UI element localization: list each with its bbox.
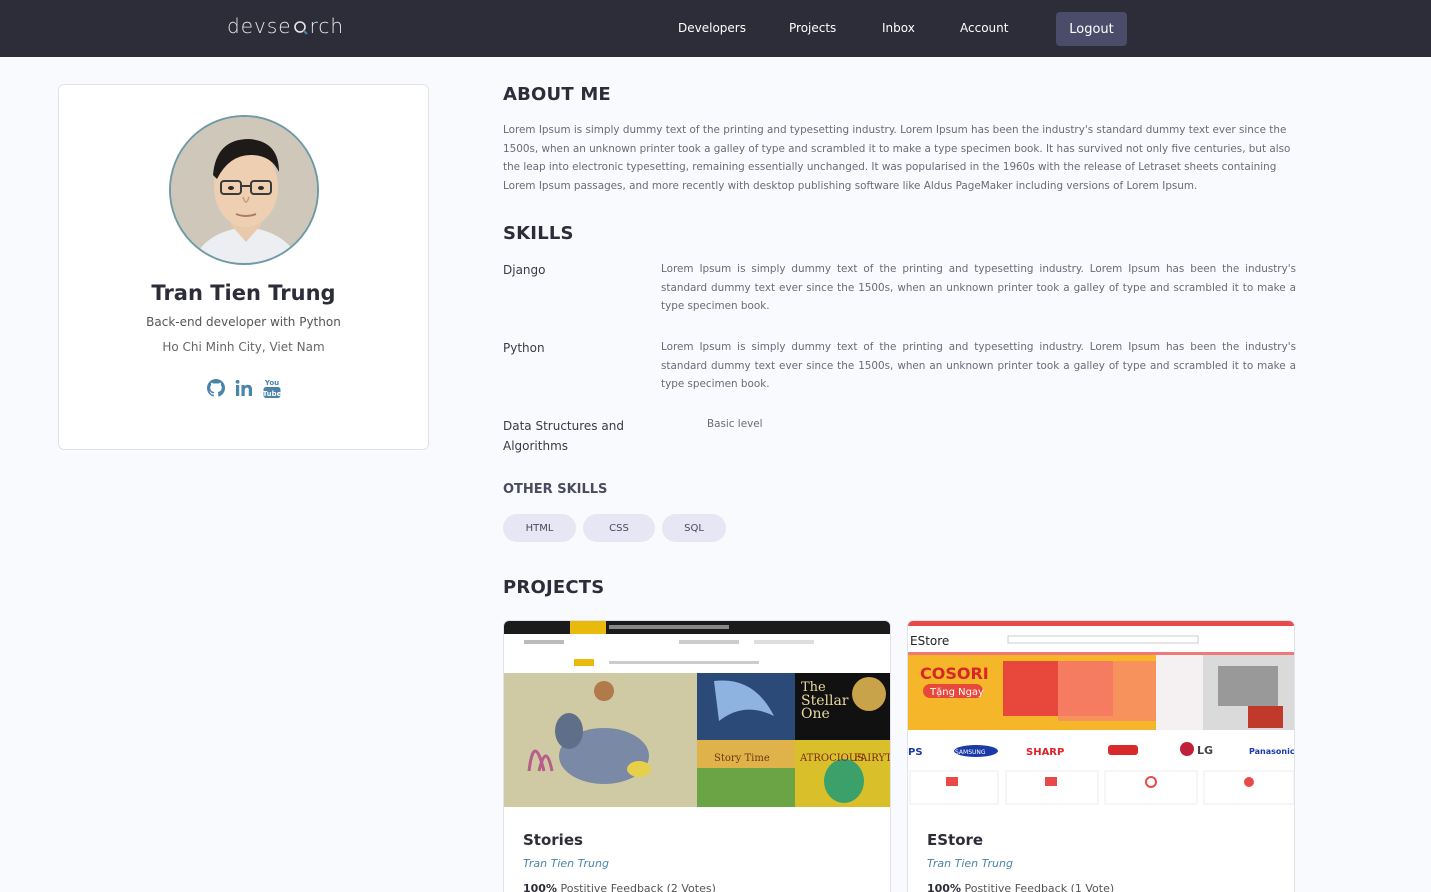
feedback-text: Postitive Feedback (1 Vote) [964,882,1115,892]
project-thumbnail[interactable]: The Stellar One Story Time ATROCIOUS FAI… [504,621,891,807]
project-card[interactable]: EStore COSORI Tặng Ngay PS SAMSUNG SHARP… [907,620,1295,892]
svg-text:EStore: EStore [910,634,949,648]
about-title: ABOUT ME [503,84,611,105]
skill-description: Basic level [707,418,763,430]
profile-location: Ho Chi Minh City, Viet Nam [162,340,325,354]
svg-text:SHARP: SHARP [1026,747,1064,758]
svg-text:COSORI: COSORI [920,664,989,683]
project-feedback: 100% Postitive Feedback (1 Vote) [927,882,1114,892]
skills-title: SKILLS [503,223,574,244]
logout-button[interactable]: Logout [1056,12,1127,46]
profile-card: Tran Tien Trung Back-end developer with … [58,84,429,450]
project-title[interactable]: Stories [523,831,583,849]
svg-text:Tặng Ngay: Tặng Ngay [929,687,984,698]
project-author[interactable]: Tran Tien Trung [523,857,609,870]
svg-text:Story Time: Story Time [714,753,770,764]
project-feedback: 100% Postitive Feedback (2 Votes) [523,882,716,892]
feedback-percent: 100% [523,882,557,892]
projects-title: PROJECTS [503,577,605,598]
project-card[interactable]: The Stellar One Story Time ATROCIOUS FAI… [503,620,891,892]
profile-headline: Back-end developer with Python [146,315,341,329]
other-skills-title: OTHER SKILLS [503,482,608,497]
nav-developers[interactable]: Developers [678,21,746,35]
nav-links: Developers Projects Inbox Account [0,12,1431,46]
github-icon[interactable] [207,379,225,397]
linkedin-icon[interactable] [235,379,253,397]
nav-inbox[interactable]: Inbox [882,21,915,35]
project-thumbnail[interactable]: EStore COSORI Tặng Ngay PS SAMSUNG SHARP… [908,621,1295,807]
svg-text:FAIRYTALE: FAIRYTALE [854,753,891,764]
skill-tag: HTML [503,514,576,542]
nav-account[interactable]: Account [960,21,1008,35]
avatar [169,115,319,265]
social-links: You Tube [204,377,284,399]
svg-text:PS: PS [908,747,923,758]
youtube-icon[interactable]: You Tube [263,377,281,399]
project-title[interactable]: EStore [927,831,983,849]
skill-tag: SQL [662,514,726,542]
top-navbar: devse rch Developers Projects Inbox Acco… [0,0,1431,57]
skill-name: Python [503,341,545,355]
svg-text:LG: LG [1197,744,1213,757]
svg-text:One: One [801,706,830,722]
svg-text:Panasonic: Panasonic [1249,747,1295,756]
nav-projects[interactable]: Projects [789,21,836,35]
skill-tags: HTML CSS SQL [503,514,726,542]
skill-description: Lorem Ipsum is simply dummy text of the … [661,341,1296,391]
svg-text:Tube: Tube [263,390,281,398]
svg-text:You: You [264,379,279,387]
project-author[interactable]: Tran Tien Trung [927,857,1013,870]
skill-name: Django [503,263,546,277]
skill-tag: CSS [583,514,655,542]
about-text: Lorem Ipsum is simply dummy text of the … [503,124,1291,193]
skill-name: Data Structures and Algorithms [503,419,624,453]
svg-text:SAMSUNG: SAMSUNG [955,749,986,756]
feedback-percent: 100% [927,882,961,892]
profile-name: Tran Tien Trung [151,281,336,305]
skill-description: Lorem Ipsum is simply dummy text of the … [661,263,1296,313]
feedback-text: Postitive Feedback (2 Votes) [560,882,716,892]
